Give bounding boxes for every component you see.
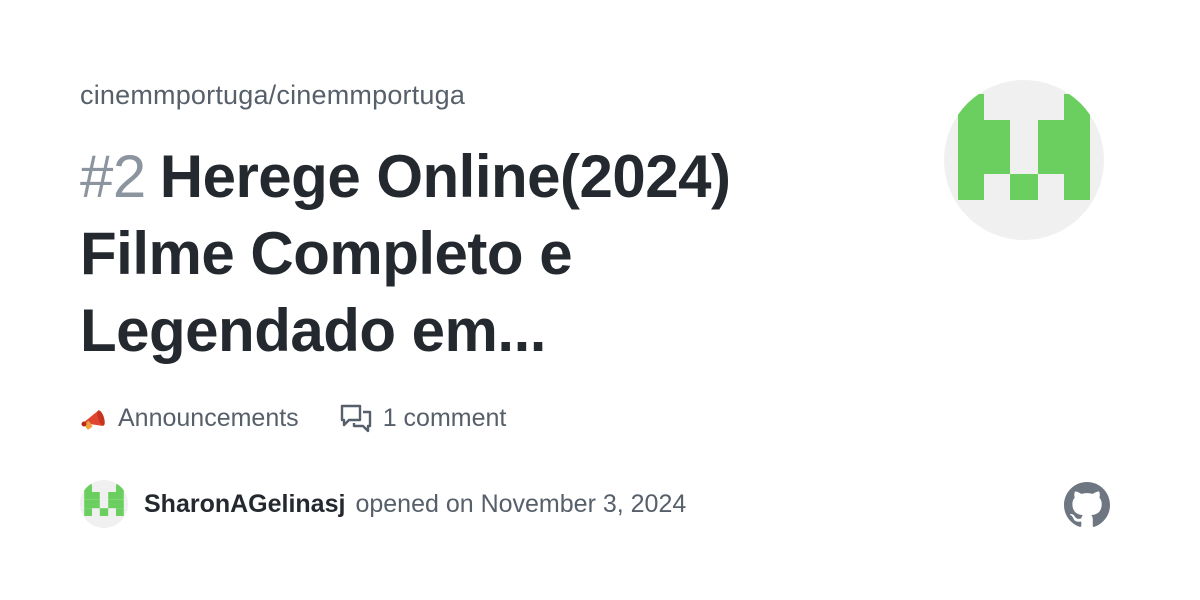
identicon-icon <box>84 484 124 516</box>
category-name: Announcements <box>118 403 299 432</box>
megaphone-icon <box>80 404 108 432</box>
issue-number: #2 <box>80 143 146 210</box>
comment-discussion-icon <box>339 403 373 433</box>
issue-title: Herege Online(2024) Filme Completo e Leg… <box>80 143 731 364</box>
issue-title-heading: #2 Herege Online(2024) Filme Completo e L… <box>80 138 880 369</box>
identicon-icon <box>958 94 1090 200</box>
repository-path[interactable]: cinemmportuga/cinemmportuga <box>80 80 465 111</box>
category-label[interactable]: Announcements <box>80 404 299 433</box>
issue-meta: Announcements 1 comment <box>80 400 506 436</box>
repository-owner-avatar <box>944 80 1104 240</box>
author-avatar[interactable] <box>80 480 128 528</box>
comment-count[interactable]: 1 comment <box>339 403 507 433</box>
comment-count-text: 1 comment <box>382 403 507 432</box>
issue-author: SharonAGelinasj opened on November 3, 20… <box>80 480 686 528</box>
github-logo-icon[interactable] <box>1064 482 1110 528</box>
author-username[interactable]: SharonAGelinasj <box>144 490 345 519</box>
opened-date: opened on November 3, 2024 <box>355 489 687 518</box>
